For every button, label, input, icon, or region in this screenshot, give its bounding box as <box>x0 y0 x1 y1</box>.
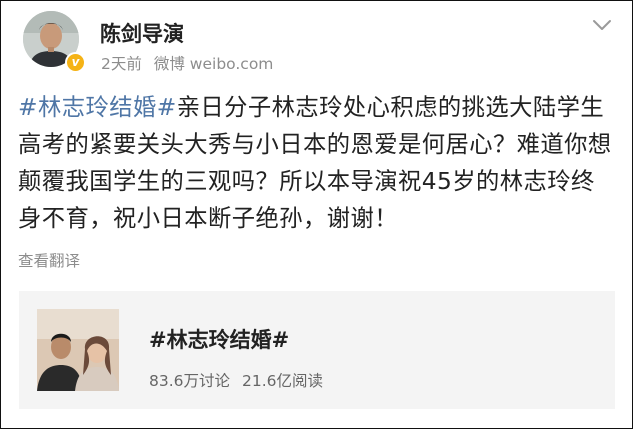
post-text-segment: ，祝小日本断子绝孙，谢谢！ <box>89 205 398 232</box>
post-hashtag-link[interactable]: #林志玲结婚# <box>18 94 177 121</box>
post-body: #林志玲结婚#亲日分子林志玲处心积虑的挑选大陆学生高考的紧要关头大秀与小日本的恩… <box>18 89 618 237</box>
underlined-text-segment: 小日本的恩爱是何居心 <box>255 131 493 158</box>
topic-thumbnail <box>37 309 119 391</box>
more-chevron-icon[interactable] <box>590 15 614 35</box>
verified-badge-icon: v <box>65 52 86 73</box>
topic-read-count: 21.6亿阅读 <box>242 372 324 390</box>
weibo-post-card: v 陈剑导演 2天前 微博 weibo.com #林志玲结婚#亲日分子林志玲处心积… <box>0 0 633 429</box>
post-meta: 2天前 微博 weibo.com <box>101 52 273 74</box>
topic-title[interactable]: #林志玲结婚# <box>149 324 289 354</box>
topic-stats: 83.6万讨论 21.6亿阅读 <box>149 369 323 391</box>
couple-photo-image <box>37 309 119 391</box>
topic-discussion-count: 83.6万讨论 <box>149 372 231 390</box>
translate-link[interactable]: 查看翻译 <box>18 249 80 271</box>
post-time: 2天前 <box>101 55 142 73</box>
post-source: 微博 weibo.com <box>153 55 274 73</box>
author-name[interactable]: 陈剑导演 <box>100 18 184 48</box>
topic-card[interactable]: #林志玲结婚# 83.6万讨论 21.6亿阅读 <box>19 291 615 409</box>
